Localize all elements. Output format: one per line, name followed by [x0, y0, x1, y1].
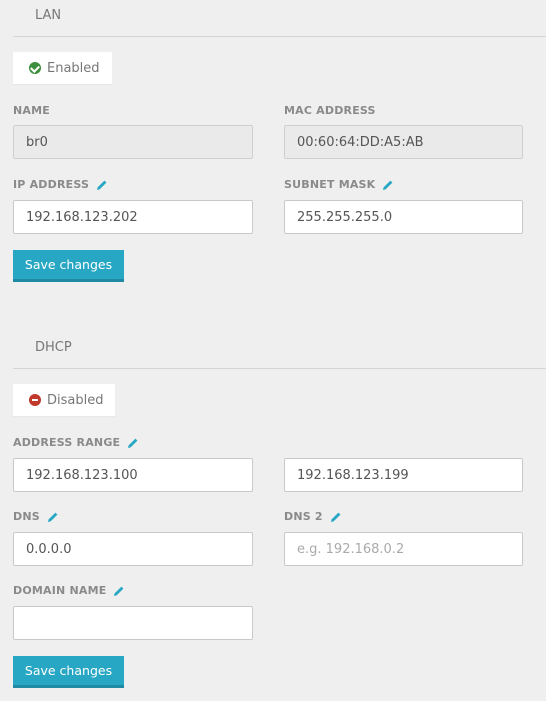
ip-address-label: IP ADDRESS — [13, 178, 108, 191]
dns-input[interactable] — [13, 532, 253, 566]
minus-circle-icon — [29, 394, 41, 406]
lan-section-title: LAN — [35, 8, 62, 23]
dns-label: DNS — [13, 510, 59, 523]
dhcp-status-text: Disabled — [47, 392, 104, 408]
subnet-mask-label: SUBNET MASK — [284, 178, 394, 191]
ip-address-label-text: IP ADDRESS — [13, 178, 90, 191]
mac-address-label: MAC ADDRESS — [284, 104, 376, 117]
mac-address-field — [284, 125, 523, 159]
name-label: NAME — [13, 104, 50, 117]
pencil-icon[interactable] — [382, 179, 394, 191]
pencil-icon[interactable] — [127, 437, 139, 449]
dhcp-divider — [13, 368, 546, 369]
ip-address-input[interactable] — [13, 200, 253, 234]
range-start-input[interactable] — [13, 458, 253, 492]
pencil-icon[interactable] — [96, 179, 108, 191]
dhcp-status-badge[interactable]: Disabled — [13, 384, 116, 416]
address-range-label-text: ADDRESS RANGE — [13, 436, 121, 449]
domain-name-label-text: DOMAIN NAME — [13, 584, 107, 597]
dhcp-section-title: DHCP — [35, 340, 72, 355]
lan-status-badge[interactable]: Enabled — [13, 52, 112, 84]
mac-address-label-text: MAC ADDRESS — [284, 104, 376, 117]
dns2-label-text: DNS 2 — [284, 510, 323, 523]
range-end-input[interactable] — [284, 458, 523, 492]
lan-status-text: Enabled — [47, 60, 100, 76]
pencil-icon[interactable] — [113, 585, 125, 597]
check-circle-icon — [29, 62, 41, 74]
pencil-icon[interactable] — [330, 511, 342, 523]
domain-name-label: DOMAIN NAME — [13, 584, 125, 597]
pencil-icon[interactable] — [47, 511, 59, 523]
name-label-text: NAME — [13, 104, 50, 117]
dns2-label: DNS 2 — [284, 510, 342, 523]
lan-divider — [13, 36, 546, 37]
lan-save-button[interactable]: Save changes — [13, 250, 124, 282]
address-range-label: ADDRESS RANGE — [13, 436, 139, 449]
domain-name-input[interactable] — [13, 606, 253, 640]
name-field — [13, 125, 253, 159]
dns2-input[interactable] — [284, 532, 523, 566]
dhcp-save-button[interactable]: Save changes — [13, 656, 124, 688]
subnet-mask-label-text: SUBNET MASK — [284, 178, 376, 191]
subnet-mask-input[interactable] — [284, 200, 523, 234]
dns-label-text: DNS — [13, 510, 40, 523]
